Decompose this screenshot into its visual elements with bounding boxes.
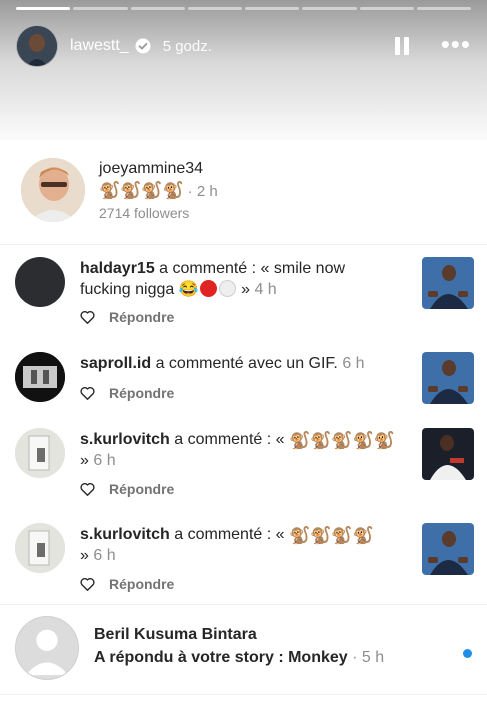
story-reply-message: A répondu à votre story : Monkey — [94, 649, 348, 666]
divider — [0, 694, 487, 695]
default-avatar-icon[interactable] — [15, 616, 79, 680]
progress-segment — [130, 7, 185, 10]
profile-time: · 2 h — [187, 182, 218, 200]
story-progress-bar — [16, 7, 471, 10]
pause-icon[interactable] — [395, 37, 409, 55]
story-author-username[interactable]: lawestt_ — [70, 37, 129, 55]
comment-tail: » — [236, 281, 250, 298]
comment-action: a commenté : « — [169, 526, 289, 543]
commenter-username[interactable]: saproll.id — [80, 355, 151, 372]
progress-segment — [73, 7, 128, 10]
story-reply-item[interactable]: Beril Kusuma Bintara A répondu à votre s… — [0, 606, 487, 692]
progress-segment — [245, 7, 300, 10]
comment-item: s.kurlovitch a commenté : « 🐒🐒🐒🐒 » 6 h R… — [0, 521, 487, 601]
commenter-username[interactable]: s.kurlovitch — [80, 526, 170, 543]
progress-segment — [416, 7, 471, 10]
story-reply-username[interactable]: Beril Kusuma Bintara — [94, 626, 257, 644]
reply-button[interactable]: Répondre — [80, 385, 174, 401]
progress-segment — [16, 7, 71, 10]
story-thumbnail[interactable] — [422, 428, 474, 480]
comment-time: 6 h — [88, 547, 116, 564]
commenter-avatar[interactable] — [15, 428, 65, 478]
commenter-username[interactable]: s.kurlovitch — [80, 431, 170, 448]
reply-button[interactable]: Répondre — [80, 309, 174, 325]
comment-text: saproll.id a commenté avec un GIF. 6 h — [80, 353, 400, 374]
comment-item: saproll.id a commenté avec un GIF. 6 h R… — [0, 350, 487, 410]
story-thumbnail[interactable] — [422, 523, 474, 575]
comment-item: haldayr15 a commenté : « smile now fucki… — [0, 255, 487, 335]
comment-action: a commenté : « — [169, 431, 289, 448]
commenter-avatar[interactable] — [15, 352, 65, 402]
reply-label[interactable]: Répondre — [109, 309, 174, 325]
heart-icon[interactable] — [80, 482, 95, 496]
heart-icon[interactable] — [80, 386, 95, 400]
comment-time: 6 h — [337, 355, 365, 372]
commenter-avatar[interactable] — [15, 523, 65, 573]
reply-label[interactable]: Répondre — [109, 385, 174, 401]
heart-icon[interactable] — [80, 577, 95, 591]
profile-meta: 🐒🐒🐒🐒 · 2 h — [99, 182, 218, 200]
monkey-emoji: 🐒🐒🐒🐒 — [288, 526, 374, 545]
comment-text: s.kurlovitch a commenté : « 🐒🐒🐒🐒🐒 » 6 h — [80, 429, 400, 471]
progress-segment — [187, 7, 242, 10]
profile-followers: 2714 followers — [99, 205, 190, 221]
progress-segment — [359, 7, 414, 10]
reply-label[interactable]: Répondre — [109, 576, 174, 592]
story-reply-time: · 5 h — [347, 649, 385, 666]
comment-tail: » — [80, 547, 89, 564]
commenter-avatar[interactable] — [15, 257, 65, 307]
reply-button[interactable]: Répondre — [80, 481, 174, 497]
unread-dot-icon — [463, 649, 472, 658]
reply-label[interactable]: Répondre — [109, 481, 174, 497]
red-circle-icon — [199, 280, 217, 297]
more-icon[interactable]: ••• — [441, 31, 471, 57]
profile-avatar[interactable] — [21, 158, 85, 222]
story-time: 5 godz. — [162, 37, 212, 55]
monkey-emoji: 🐒🐒🐒🐒🐒 — [288, 431, 395, 450]
divider — [0, 604, 487, 605]
story-reply-text: A répondu à votre story : Monkey · 5 h — [94, 649, 384, 667]
story-header: lawestt_ 5 godz. ••• — [16, 24, 471, 68]
comment-time: 4 h — [250, 281, 277, 298]
story-thumbnail[interactable] — [422, 257, 474, 309]
story-background — [0, 0, 487, 140]
story-thumbnail[interactable] — [422, 352, 474, 404]
laughing-emoji: 😂 — [178, 281, 199, 298]
commenter-username[interactable]: haldayr15 — [80, 260, 155, 277]
comment-text: haldayr15 a commenté : « smile now fucki… — [80, 258, 400, 300]
story-author-avatar[interactable] — [16, 25, 58, 67]
comment-text: s.kurlovitch a commenté : « 🐒🐒🐒🐒 » 6 h — [80, 524, 380, 566]
divider — [0, 244, 487, 245]
heart-icon[interactable] — [80, 310, 95, 324]
profile-card[interactable]: joeyammine34 🐒🐒🐒🐒 · 2 h 2714 followers — [8, 142, 466, 240]
comment-tail: » — [80, 452, 89, 469]
comment-item: s.kurlovitch a commenté : « 🐒🐒🐒🐒🐒 » 6 h … — [0, 426, 487, 506]
profile-username[interactable]: joeyammine34 — [99, 160, 203, 178]
comment-action: a commenté avec un GIF. — [151, 355, 338, 372]
reply-button[interactable]: Répondre — [80, 576, 174, 592]
white-circle-icon — [218, 280, 236, 297]
verified-badge-icon — [135, 38, 151, 54]
monkey-emoji: 🐒🐒🐒🐒 — [99, 181, 184, 200]
comment-time: 6 h — [88, 452, 116, 469]
progress-segment — [302, 7, 357, 10]
